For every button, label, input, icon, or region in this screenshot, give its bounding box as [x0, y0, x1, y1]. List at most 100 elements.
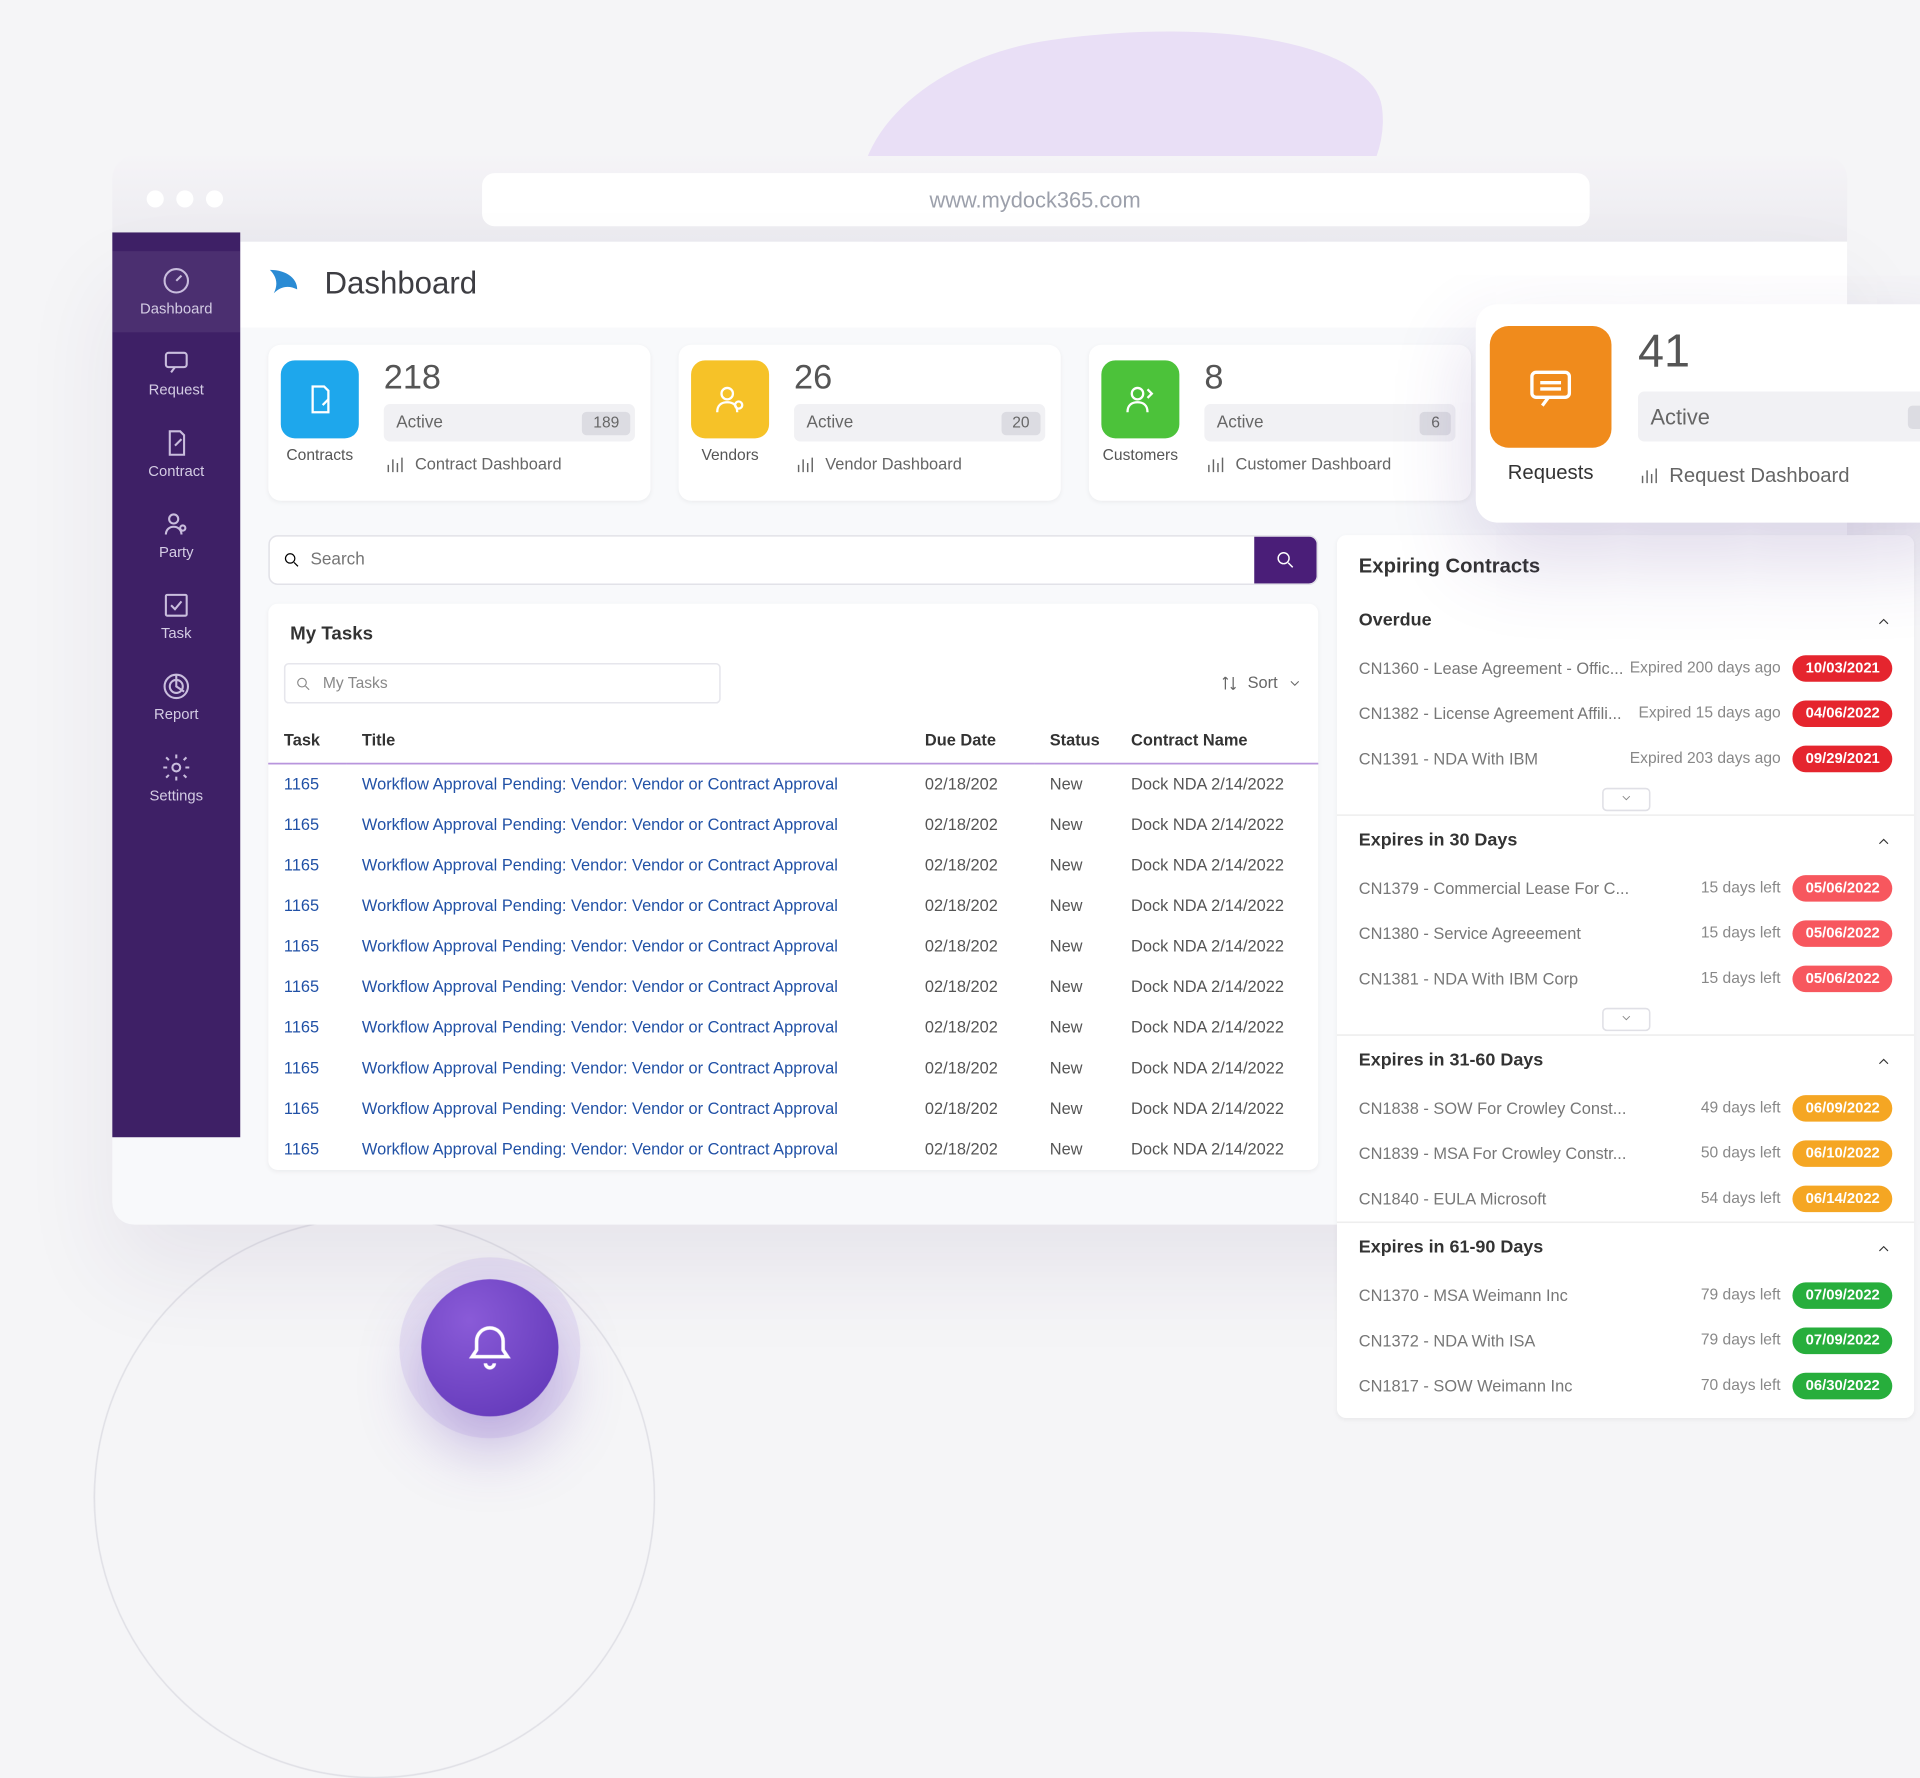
expiring-row[interactable]: CN1360 - Lease Agreement - Offic...Expir… [1337, 646, 1914, 691]
stat-cards: Contracts 218 Active189 Contract Dashboa… [268, 345, 1471, 501]
section-header[interactable]: Overdue [1337, 596, 1914, 646]
expiring-row[interactable]: CN1382 - License Agreement Affili...Expi… [1337, 691, 1914, 736]
nav-request[interactable]: Request [112, 332, 240, 413]
col-contract[interactable]: Contract Name [1115, 719, 1318, 763]
expiring-row[interactable]: CN1839 - MSA For Crowley Constr...50 day… [1337, 1131, 1914, 1176]
nav-label: Settings [149, 788, 203, 805]
notifications-fab[interactable] [421, 1279, 558, 1416]
table-row[interactable]: 1165Workflow Approval Pending: Vendor: V… [268, 764, 1318, 805]
my-tasks-panel: My Tasks My Tasks Sort Task Title Due Da… [268, 604, 1318, 1170]
section-header[interactable]: Expires in 30 Days [1337, 814, 1914, 865]
section-header[interactable]: Expires in 61-90 Days [1337, 1221, 1914, 1272]
url-bar[interactable]: www.mydock365.com [481, 172, 1589, 225]
expand-more[interactable] [1601, 1008, 1649, 1031]
nav-settings[interactable]: Settings [112, 738, 240, 819]
card-name: Vendors [701, 448, 758, 465]
search-bar[interactable] [268, 535, 1318, 585]
expand-more[interactable] [1601, 788, 1649, 811]
search-input[interactable] [270, 551, 1254, 570]
document-edit-icon [161, 427, 192, 458]
card-dashboard-link[interactable]: Vendor Dashboard [794, 454, 1045, 476]
card-count: 41 [1638, 326, 1920, 379]
nav-label: Party [159, 544, 194, 561]
chevron-down-icon [1619, 791, 1633, 805]
section-header[interactable]: Expires in 31-60 Days [1337, 1034, 1914, 1085]
nav-report[interactable]: Report [112, 657, 240, 738]
expiring-row[interactable]: CN1381 - NDA With IBM Corp15 days left05… [1337, 956, 1914, 1001]
card-requests[interactable]: Requests 41 Active5 Request Dashboard [1476, 304, 1920, 522]
app-logo-icon [262, 261, 309, 308]
card-customers[interactable]: Customers 8 Active6 Customer Dashboard [1089, 345, 1471, 501]
page-title: Dashboard [324, 267, 477, 303]
card-dashboard-link[interactable]: Customer Dashboard [1204, 454, 1455, 476]
expiring-row[interactable]: CN1372 - NDA With ISA79 days left07/09/2… [1337, 1318, 1914, 1363]
card-stat: Active20 [794, 404, 1045, 441]
sidebar: Dashboard Request Contract Party Task Re… [112, 232, 240, 1137]
barchart-icon [1638, 464, 1660, 486]
document-icon [281, 360, 359, 438]
nav-label: Report [154, 707, 198, 724]
nav-label: Request [149, 382, 204, 399]
nav-task[interactable]: Task [112, 576, 240, 657]
card-stat: Active6 [1204, 404, 1455, 441]
chevron-down-icon [1619, 1011, 1633, 1025]
customer-icon [1101, 360, 1179, 438]
chevron-up-icon [1875, 832, 1892, 849]
search-button[interactable] [1254, 537, 1316, 584]
card-dashboard-link[interactable]: Contract Dashboard [384, 454, 635, 476]
col-status[interactable]: Status [1034, 719, 1115, 763]
table-row[interactable]: 1165Workflow Approval Pending: Vendor: V… [268, 846, 1318, 887]
expiring-row[interactable]: CN1840 - EULA Microsoft54 days left06/14… [1337, 1176, 1914, 1221]
table-row[interactable]: 1165Workflow Approval Pending: Vendor: V… [268, 967, 1318, 1008]
tasks-table: Task Title Due Date Status Contract Name… [268, 719, 1318, 1170]
expiring-row[interactable]: CN1379 - Commercial Lease For C...15 day… [1337, 866, 1914, 911]
expiring-row[interactable]: CN1817 - SOW Weimann Inc70 days left06/3… [1337, 1363, 1914, 1408]
nav-contract[interactable]: Contract [112, 413, 240, 494]
col-task[interactable]: Task [268, 719, 346, 763]
table-row[interactable]: 1165Workflow Approval Pending: Vendor: V… [268, 1129, 1318, 1170]
card-name: Requests [1508, 460, 1594, 483]
nav-dashboard[interactable]: Dashboard [112, 251, 240, 332]
table-row[interactable]: 1165Workflow Approval Pending: Vendor: V… [268, 805, 1318, 846]
browser-chrome: www.mydock365.com [112, 156, 1847, 242]
panel-title: My Tasks [268, 604, 1318, 663]
chat-icon [161, 346, 192, 377]
table-row[interactable]: 1165Workflow Approval Pending: Vendor: V… [268, 927, 1318, 968]
table-row[interactable]: 1165Workflow Approval Pending: Vendor: V… [268, 1008, 1318, 1049]
table-row[interactable]: 1165Workflow Approval Pending: Vendor: V… [268, 1089, 1318, 1130]
card-contracts[interactable]: Contracts 218 Active189 Contract Dashboa… [268, 345, 650, 501]
nav-party[interactable]: Party [112, 495, 240, 576]
expiring-row[interactable]: CN1838 - SOW For Crowley Const...49 days… [1337, 1086, 1914, 1131]
nav-label: Dashboard [140, 301, 213, 318]
col-due[interactable]: Due Date [909, 719, 1034, 763]
chevron-up-icon [1875, 1052, 1892, 1069]
table-row[interactable]: 1165Workflow Approval Pending: Vendor: V… [268, 1048, 1318, 1089]
search-icon [282, 551, 301, 570]
person-icon [161, 509, 192, 540]
card-name: Customers [1103, 448, 1178, 465]
search-icon [295, 675, 312, 692]
sort-button[interactable]: Sort [1220, 674, 1303, 693]
card-vendors[interactable]: Vendors 26 Active20 Vendor Dashboard [679, 345, 1061, 501]
panel-title: Expiring Contracts [1337, 535, 1914, 596]
col-title[interactable]: Title [346, 719, 909, 763]
barchart-icon [384, 454, 406, 476]
expiring-row[interactable]: CN1370 - MSA Weimann Inc79 days left07/0… [1337, 1273, 1914, 1318]
expiring-row[interactable]: CN1380 - Service Agreeement15 days left0… [1337, 911, 1914, 956]
gear-icon [161, 752, 192, 783]
tasks-search[interactable]: My Tasks [284, 663, 721, 704]
request-icon [1490, 326, 1612, 448]
expiring-contracts-panel: Expiring Contracts OverdueCN1360 - Lease… [1337, 535, 1914, 1418]
nav-label: Contract [148, 463, 204, 480]
card-dashboard-link[interactable]: Request Dashboard [1638, 463, 1920, 486]
card-stat: Active189 [384, 404, 635, 441]
card-stat: Active5 [1638, 392, 1920, 442]
table-row[interactable]: 1165Workflow Approval Pending: Vendor: V… [268, 886, 1318, 927]
gauge-icon [161, 265, 192, 296]
vendor-icon [691, 360, 769, 438]
barchart-icon [794, 454, 816, 476]
chevron-down-icon [1287, 675, 1303, 691]
barchart-icon [1204, 454, 1226, 476]
card-name: Contracts [286, 448, 353, 465]
expiring-row[interactable]: CN1391 - NDA With IBMExpired 203 days ag… [1337, 736, 1914, 781]
